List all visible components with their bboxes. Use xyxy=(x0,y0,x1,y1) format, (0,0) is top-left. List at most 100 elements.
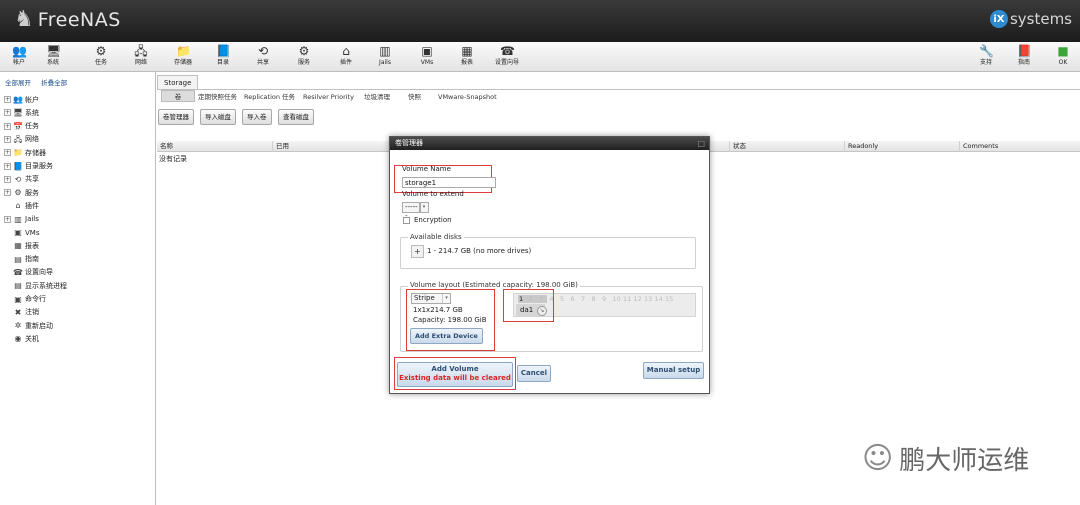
subtab-3[interactable]: Resilver Priority xyxy=(303,91,354,103)
guide-icon: 📕 xyxy=(1017,44,1032,58)
chevron-down-icon[interactable]: ▾ xyxy=(420,202,429,213)
toolbar-item-5[interactable]: 📘 目录 xyxy=(206,44,240,67)
tree-item-6[interactable]: + ⟲ 共享 xyxy=(4,173,39,186)
expand-icon[interactable]: + xyxy=(4,96,11,103)
toolbar-item-label: 任务 xyxy=(94,59,107,66)
tree-item-10[interactable]: ▣ VMs xyxy=(4,226,39,239)
column-header[interactable]: 状态 xyxy=(729,141,844,152)
column-header[interactable]: Comments xyxy=(959,141,1080,152)
ixsystems-logo: iX systems xyxy=(989,10,1072,28)
volume-to-extend-select[interactable]: ------ xyxy=(402,202,420,220)
tree-item-16[interactable]: ✖ 注销 xyxy=(4,306,39,319)
tree-item-9[interactable]: + ▥ Jails xyxy=(4,213,39,226)
expand-icon[interactable]: + xyxy=(4,149,11,157)
vendor-name: systems xyxy=(1009,10,1072,28)
storage-button-0[interactable]: 卷管理器 xyxy=(158,109,194,125)
toolbar-item-jails[interactable]: ▥ Jails xyxy=(368,44,402,67)
add-volume-button[interactable]: Add Volume Existing data will be cleared xyxy=(397,362,513,387)
tree-item-icon: ⌂ xyxy=(15,201,21,211)
tree-item-2[interactable]: + 📅 任务 xyxy=(4,120,39,133)
tree-item-icon: ⟲ xyxy=(14,174,22,184)
column-header[interactable]: Readonly xyxy=(844,141,959,152)
tree-item-13[interactable]: ☎ 设置向导 xyxy=(4,266,53,279)
tree-item-label: 网络 xyxy=(25,135,39,144)
tree-item-11[interactable]: ▦ 报表 xyxy=(4,239,39,252)
layout-type-value: Stripe xyxy=(414,294,435,302)
support-icon: 🔧 xyxy=(979,44,994,58)
grid-column-number: 13 xyxy=(644,295,653,303)
add-extra-device-button[interactable]: Add Extra Device xyxy=(410,328,483,344)
tree-item-icon: ☎ xyxy=(13,267,23,277)
expand-icon[interactable]: + xyxy=(4,109,11,117)
storage-button-3[interactable]: 查看磁盘 xyxy=(278,109,314,125)
manual-setup-button[interactable]: Manual setup xyxy=(643,362,704,379)
highlight-box-disk xyxy=(503,289,554,322)
tree-item-18[interactable]: ◉ 关机 xyxy=(4,332,40,345)
toolbar-item-vms[interactable]: ▣ VMs xyxy=(410,44,444,67)
toolbar-item-11[interactable]: ▦ 报表 xyxy=(450,44,484,67)
toolbar-item-0[interactable]: 👥 帐户 xyxy=(2,44,36,67)
toolbar-right-item-2[interactable]: ■ OK xyxy=(1046,44,1080,67)
toolbar-item-12[interactable]: ☎ 设置向导 xyxy=(490,44,524,67)
toolbar-item-2[interactable]: ⚙ 任务 xyxy=(84,44,118,67)
tree-item-4[interactable]: + 📁 存储器 xyxy=(4,146,46,159)
tree-item-icon: ▤ xyxy=(14,254,22,264)
tab-storage[interactable]: Storage xyxy=(157,75,199,90)
toolbar-item-4[interactable]: 📁 存储器 xyxy=(166,44,200,67)
tree-item-5[interactable]: + 📘 目录服务 xyxy=(4,160,53,173)
expand-icon[interactable]: + xyxy=(4,175,11,183)
tree-item-15[interactable]: ▣ 命令行 xyxy=(4,293,46,306)
toolbar-item-8[interactable]: ⌂ 插件 xyxy=(329,44,363,67)
tree-item-label: 注销 xyxy=(25,308,39,317)
tree-item-14[interactable]: ▤ 显示系统进程 xyxy=(4,279,67,292)
tree-item-label: 目录服务 xyxy=(25,162,53,170)
subtab-2[interactable]: Replication 任务 xyxy=(244,91,295,103)
subtab-6[interactable]: VMware-Snapshot xyxy=(438,91,497,103)
tasks-icon: ⚙ xyxy=(95,44,107,58)
cancel-button[interactable]: Cancel xyxy=(517,365,551,382)
layout-type-select[interactable]: Stripe ▾ xyxy=(411,293,451,304)
encryption-checkbox[interactable] xyxy=(403,217,410,224)
add-disk-button[interactable]: + xyxy=(411,245,424,258)
close-icon[interactable]: □ xyxy=(697,137,705,150)
tree-item-7[interactable]: + ⚙ 服务 xyxy=(4,186,39,199)
storage-button-2[interactable]: 导入卷 xyxy=(242,109,272,125)
toolbar-item-7[interactable]: ⚙ 服务 xyxy=(287,44,321,67)
empty-grid-text: 没有记录 xyxy=(159,155,187,163)
expand-icon[interactable]: + xyxy=(4,162,11,170)
subtab-5[interactable]: 快照 xyxy=(408,91,421,103)
subtab-1[interactable]: 定期快照任务 xyxy=(198,91,237,103)
tree-item-label: Jails xyxy=(25,215,39,224)
tree-item-8[interactable]: ⌂ 插件 xyxy=(4,199,39,212)
column-header[interactable]: 名称 xyxy=(157,141,272,152)
volume-name-input[interactable] xyxy=(402,177,496,188)
expand-icon[interactable]: + xyxy=(4,215,11,223)
tree-item-label: 任务 xyxy=(25,122,39,131)
toolbar-item-label: VMs xyxy=(420,59,434,66)
expand-icon[interactable]: + xyxy=(4,122,11,130)
grid-column-number: 10 xyxy=(612,295,621,303)
wechat-icon: ☺ xyxy=(862,440,894,476)
navigation-tree: 全部展开 折叠全部 + 👥 帐户 + 🖥 系统 + 📅 任务 + 🖧 网络 + 📁 存储器 + 📘 目录服务 + ⟲ 共… xyxy=(0,72,156,505)
expand-icon[interactable]: + xyxy=(4,189,11,197)
expand-all-link[interactable]: 全部展开 xyxy=(5,79,31,87)
toolbar-item-6[interactable]: ⟲ 共享 xyxy=(246,44,280,67)
tree-item-12[interactable]: ▤ 指南 xyxy=(4,253,39,266)
toolbar-right-item-1[interactable]: 📕 指南 xyxy=(1007,44,1041,67)
tree-item-0[interactable]: + 👥 帐户 xyxy=(4,93,39,106)
subtab-0[interactable]: 卷 xyxy=(161,90,195,102)
toolbar-item-1[interactable]: 🖥 系统 xyxy=(36,44,70,67)
tree-item-icon: 🖥 xyxy=(13,108,24,118)
toolbar-item-label: 共享 xyxy=(256,59,269,66)
tree-item-1[interactable]: + 🖥 系统 xyxy=(4,106,39,119)
tree-item-label: 显示系统进程 xyxy=(25,281,67,290)
tree-item-3[interactable]: + 🖧 网络 xyxy=(4,133,39,146)
toolbar-right-item-0[interactable]: 🔧 支持 xyxy=(969,44,1003,67)
storage-button-1[interactable]: 导入磁盘 xyxy=(200,109,236,125)
subtab-4[interactable]: 垃圾清理 xyxy=(364,91,390,103)
tree-item-17[interactable]: ✲ 重新启动 xyxy=(4,319,53,332)
expand-icon[interactable]: + xyxy=(4,135,11,143)
collapse-all-link[interactable]: 折叠全部 xyxy=(41,79,67,87)
toolbar-item-3[interactable]: 🖧 网络 xyxy=(124,44,158,67)
